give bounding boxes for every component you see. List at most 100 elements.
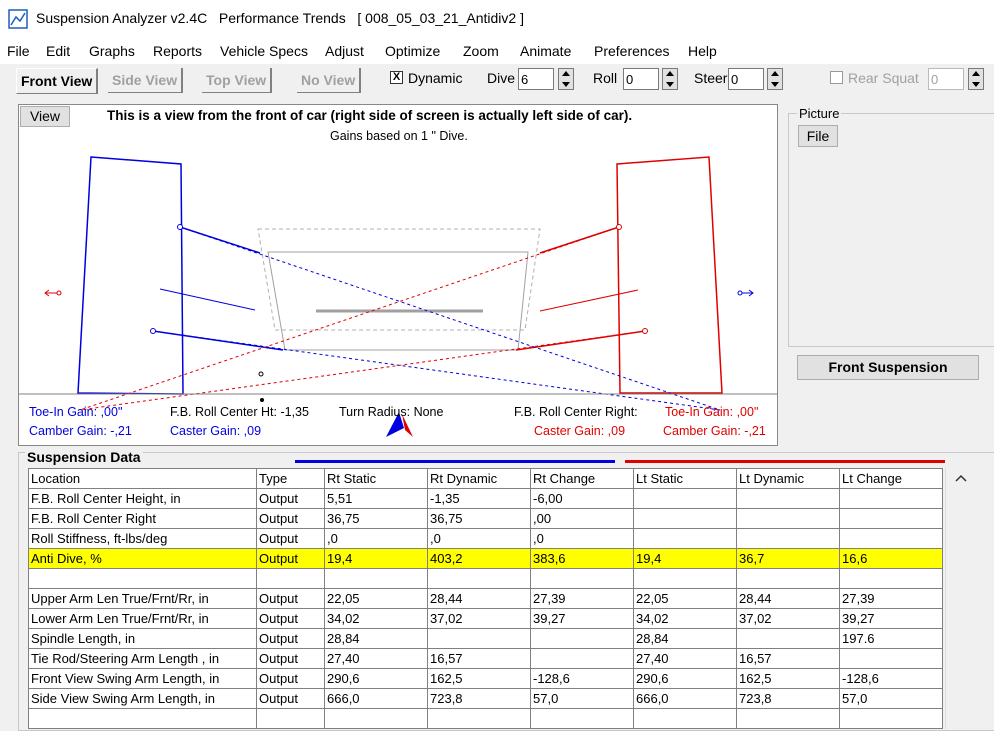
table-cell[interactable]: [736, 488, 840, 509]
tab-side-view[interactable]: Side View: [108, 68, 184, 93]
table-cell[interactable]: [530, 568, 634, 589]
menu-edit[interactable]: Edit: [46, 43, 70, 59]
table-cell[interactable]: 197.6: [839, 628, 943, 649]
table-cell[interactable]: [324, 568, 428, 589]
menu-adjust[interactable]: Adjust: [325, 43, 364, 59]
table-cell[interactable]: 22,05: [633, 588, 737, 609]
roll-spinner[interactable]: [662, 68, 678, 90]
dive-spinner[interactable]: [558, 68, 574, 90]
table-cell[interactable]: [736, 568, 840, 589]
table-cell[interactable]: 34,02: [633, 608, 737, 629]
table-cell[interactable]: [427, 708, 531, 729]
steer-spinner[interactable]: [767, 68, 783, 90]
table-cell[interactable]: 28,84: [633, 628, 737, 649]
table-cell[interactable]: 28,44: [736, 588, 840, 609]
table-cell[interactable]: [633, 568, 737, 589]
table-cell[interactable]: Side View Swing Arm Length, in: [28, 688, 257, 709]
menu-reports[interactable]: Reports: [153, 43, 202, 59]
table-cell[interactable]: Anti Dive, %: [28, 548, 257, 569]
tab-top-view[interactable]: Top View: [202, 68, 273, 93]
table-cell[interactable]: ,00: [530, 508, 634, 529]
table-cell[interactable]: 27,40: [324, 648, 428, 669]
column-header[interactable]: Lt Change: [839, 468, 943, 489]
dynamic-checkbox[interactable]: X: [390, 71, 403, 84]
table-cell[interactable]: [839, 528, 943, 549]
table-cell[interactable]: [736, 708, 840, 729]
table-cell[interactable]: Output: [256, 688, 325, 709]
dive-input[interactable]: 6: [518, 68, 554, 90]
table-cell[interactable]: 27,39: [530, 588, 634, 609]
tab-no-view[interactable]: No View: [297, 68, 362, 93]
table-cell[interactable]: 290,6: [633, 668, 737, 689]
table-cell[interactable]: 28,84: [324, 628, 428, 649]
rear-squat-spinner[interactable]: [968, 68, 984, 90]
table-cell[interactable]: 5,51: [324, 488, 428, 509]
table-cell[interactable]: [633, 508, 737, 529]
table-cell[interactable]: 22,05: [324, 588, 428, 609]
rear-squat-checkbox[interactable]: [830, 71, 843, 84]
roll-input[interactable]: 0: [623, 68, 659, 90]
table-cell[interactable]: Output: [256, 668, 325, 689]
table-cell[interactable]: Output: [256, 488, 325, 509]
column-header[interactable]: Lt Static: [633, 468, 737, 489]
rear-squat-input[interactable]: 0: [928, 68, 964, 90]
column-header[interactable]: Type: [256, 468, 325, 489]
table-cell[interactable]: 57,0: [530, 688, 634, 709]
table-cell[interactable]: [839, 708, 943, 729]
column-header[interactable]: Rt Static: [324, 468, 428, 489]
table-cell[interactable]: [28, 708, 257, 729]
table-cell[interactable]: [427, 568, 531, 589]
table-cell[interactable]: Output: [256, 608, 325, 629]
table-cell[interactable]: -128,6: [839, 668, 943, 689]
table-cell[interactable]: 37,02: [736, 608, 840, 629]
table-cell[interactable]: 723,8: [427, 688, 531, 709]
table-cell[interactable]: Tie Rod/Steering Arm Length , in: [28, 648, 257, 669]
table-cell[interactable]: 290,6: [324, 668, 428, 689]
table-cell[interactable]: 666,0: [633, 688, 737, 709]
table-cell[interactable]: Lower Arm Len True/Frnt/Rr, in: [28, 608, 257, 629]
table-cell[interactable]: F.B. Roll Center Height, in: [28, 488, 257, 509]
table-cell[interactable]: [736, 508, 840, 529]
menu-graphs[interactable]: Graphs: [89, 43, 135, 59]
table-cell[interactable]: [633, 708, 737, 729]
menu-file[interactable]: File: [7, 43, 30, 59]
table-cell[interactable]: 34,02: [324, 608, 428, 629]
table-cell[interactable]: [633, 488, 737, 509]
table-cell[interactable]: 666,0: [324, 688, 428, 709]
table-cell[interactable]: 16,6: [839, 548, 943, 569]
grid-scrollbar[interactable]: [945, 468, 976, 729]
table-cell[interactable]: Output: [256, 648, 325, 669]
table-cell[interactable]: 16,57: [427, 648, 531, 669]
table-cell[interactable]: 36,75: [324, 508, 428, 529]
table-cell[interactable]: [256, 708, 325, 729]
table-cell[interactable]: [736, 528, 840, 549]
menu-preferences[interactable]: Preferences: [594, 43, 669, 59]
table-cell[interactable]: Output: [256, 628, 325, 649]
table-cell[interactable]: [839, 488, 943, 509]
table-cell[interactable]: F.B. Roll Center Right: [28, 508, 257, 529]
front-suspension-button[interactable]: Front Suspension: [797, 355, 979, 380]
table-cell[interactable]: [839, 568, 943, 589]
table-cell[interactable]: -128,6: [530, 668, 634, 689]
table-cell[interactable]: [530, 648, 634, 669]
menu-zoom[interactable]: Zoom: [463, 43, 499, 59]
menu-vehicle-specs[interactable]: Vehicle Specs: [220, 43, 308, 59]
table-cell[interactable]: 27,39: [839, 588, 943, 609]
table-cell[interactable]: 403,2: [427, 548, 531, 569]
table-cell[interactable]: -6,00: [530, 488, 634, 509]
table-cell[interactable]: 16,57: [736, 648, 840, 669]
table-cell[interactable]: 723,8: [736, 688, 840, 709]
table-cell[interactable]: 36,75: [427, 508, 531, 529]
table-cell[interactable]: Front View Swing Arm Length, in: [28, 668, 257, 689]
table-cell[interactable]: [28, 568, 257, 589]
table-cell[interactable]: Output: [256, 528, 325, 549]
table-cell[interactable]: 162,5: [427, 668, 531, 689]
table-cell[interactable]: ,0: [530, 528, 634, 549]
table-cell[interactable]: 27,40: [633, 648, 737, 669]
column-header[interactable]: Location: [28, 468, 257, 489]
table-cell[interactable]: 162,5: [736, 668, 840, 689]
table-cell[interactable]: Output: [256, 508, 325, 529]
picture-file-button[interactable]: File: [798, 125, 838, 147]
scroll-up-icon[interactable]: [946, 468, 976, 488]
table-cell[interactable]: 57,0: [839, 688, 943, 709]
